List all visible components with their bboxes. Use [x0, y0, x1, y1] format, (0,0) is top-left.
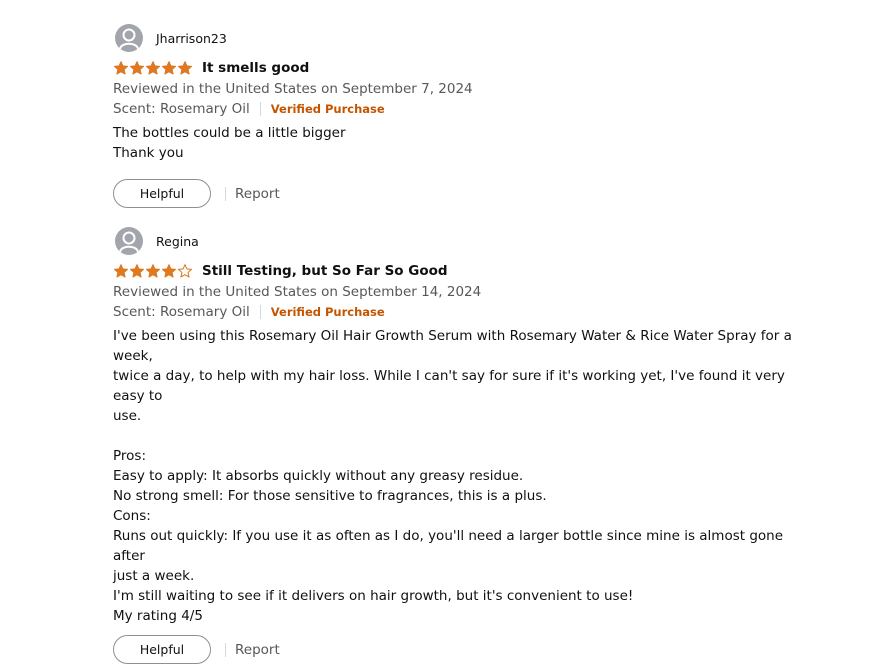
review-title[interactable]: It smells good: [202, 60, 309, 76]
divider: [225, 186, 226, 201]
review-body-line: The bottles could be a little bigger: [113, 125, 346, 141]
review-date: Reviewed in the United States on Septemb…: [113, 81, 473, 97]
helpful-button[interactable]: Helpful: [113, 635, 211, 664]
review-body-line: My rating 4/5: [113, 608, 203, 624]
review-body-line: I've been using this Rosemary Oil Hair G…: [113, 328, 797, 364]
review-body: I've been using this Rosemary Oil Hair G…: [113, 326, 803, 626]
variant-scent[interactable]: Scent: Rosemary Oil: [113, 99, 250, 119]
user-icon: [119, 231, 139, 253]
verified-purchase-badge: Verified Purchase: [270, 102, 385, 116]
star-rating[interactable]: [113, 60, 193, 76]
star-rating[interactable]: [113, 263, 193, 279]
review-date: Reviewed in the United States on Septemb…: [113, 284, 482, 300]
variant-scent[interactable]: Scent: Rosemary Oil: [113, 302, 250, 322]
report-link[interactable]: Report: [235, 186, 280, 202]
star-filled-icon: [113, 61, 129, 75]
reviewer-profile[interactable]: Jharrison23: [115, 24, 803, 52]
star-filled-icon: [161, 61, 177, 75]
star-filled-icon: [129, 264, 145, 278]
star-filled-icon: [145, 264, 161, 278]
star-filled-icon: [177, 61, 193, 75]
star-filled-icon: [113, 264, 129, 278]
divider: [259, 102, 261, 116]
verified-purchase-badge: Verified Purchase: [270, 305, 385, 319]
avatar: [115, 24, 143, 52]
review-body-line: Easy to apply: It absorbs quickly withou…: [113, 468, 524, 484]
review-body-line: Thank you: [113, 145, 184, 161]
divider: [225, 642, 226, 657]
star-empty-icon: [177, 264, 193, 278]
review-body-line: I'm still waiting to see if it delivers …: [113, 588, 634, 604]
review-body-line: Cons:: [113, 508, 151, 524]
review-1: Jharrison23 It smells good Reviewed in t…: [113, 24, 803, 208]
review-body-line: Pros:: [113, 448, 146, 464]
review-title[interactable]: Still Testing, but So Far So Good: [202, 263, 448, 279]
star-filled-icon: [161, 264, 177, 278]
review-2: Regina Still Testing, but So Far So Good…: [113, 227, 803, 664]
report-link[interactable]: Report: [235, 642, 280, 658]
user-icon: [119, 28, 139, 50]
review-body-line: [113, 426, 803, 446]
star-filled-icon: [145, 61, 161, 75]
star-filled-icon: [129, 61, 145, 75]
review-body-line: just a week.: [113, 568, 195, 584]
divider: [259, 305, 261, 319]
review-body-line: use.: [113, 408, 142, 424]
review-body-line: Runs out quickly: If you use it as often…: [113, 528, 788, 564]
review-body-line: twice a day, to help with my hair loss. …: [113, 368, 790, 404]
reviewer-profile[interactable]: Regina: [115, 227, 803, 255]
reviewer-name: Regina: [156, 233, 199, 249]
reviewer-name: Jharrison23: [156, 30, 227, 46]
review-body-line: No strong smell: For those sensitive to …: [113, 488, 547, 504]
avatar: [115, 227, 143, 255]
review-body: The bottles could be a little bigger Than…: [113, 123, 803, 163]
helpful-button[interactable]: Helpful: [113, 179, 211, 208]
